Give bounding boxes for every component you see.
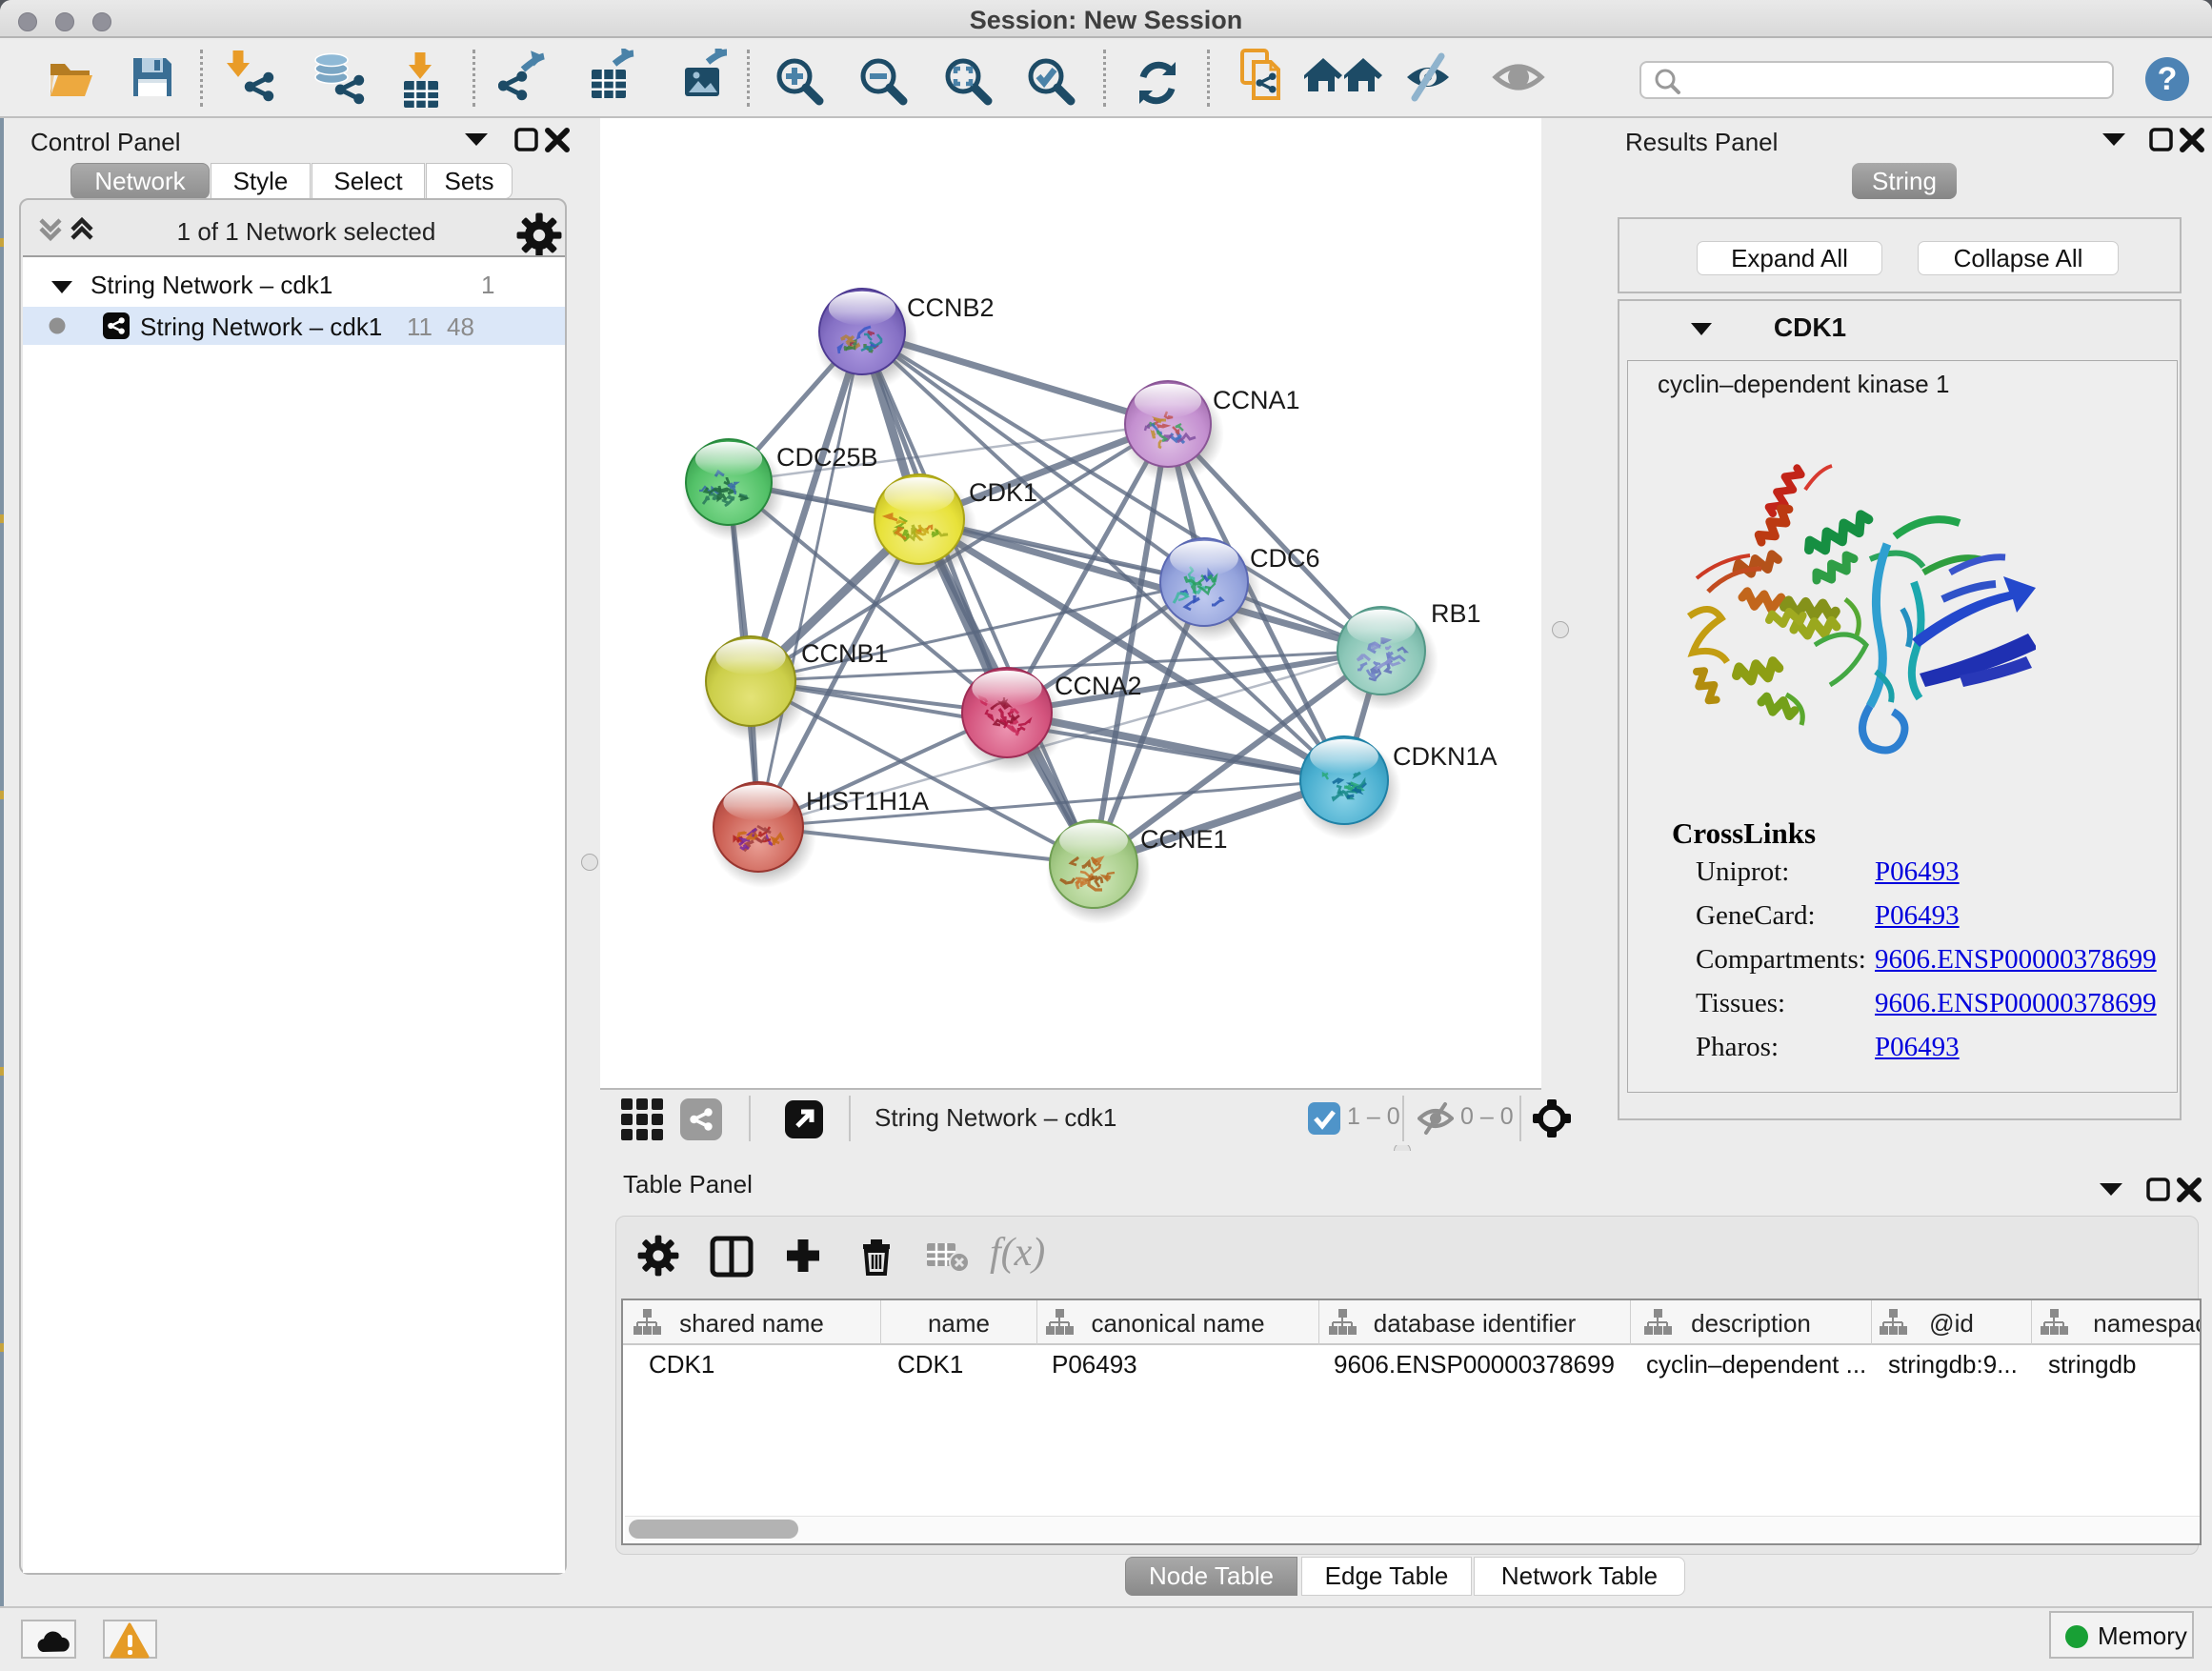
svg-text:CDKN1A: CDKN1A bbox=[1393, 742, 1498, 771]
svg-text:CCNB2: CCNB2 bbox=[907, 293, 995, 322]
svg-text:CDC25B: CDC25B bbox=[776, 443, 878, 472]
svg-text:HIST1H1A: HIST1H1A bbox=[806, 787, 929, 815]
svg-text:CDK1: CDK1 bbox=[969, 478, 1037, 507]
svg-text:CCNB1: CCNB1 bbox=[801, 639, 889, 668]
svg-text:CCNA2: CCNA2 bbox=[1055, 672, 1142, 700]
svg-text:RB1: RB1 bbox=[1431, 599, 1481, 628]
svg-text:CCNE1: CCNE1 bbox=[1140, 825, 1228, 854]
svg-text:CDC6: CDC6 bbox=[1250, 544, 1320, 573]
svg-text:CCNA1: CCNA1 bbox=[1213, 386, 1300, 414]
